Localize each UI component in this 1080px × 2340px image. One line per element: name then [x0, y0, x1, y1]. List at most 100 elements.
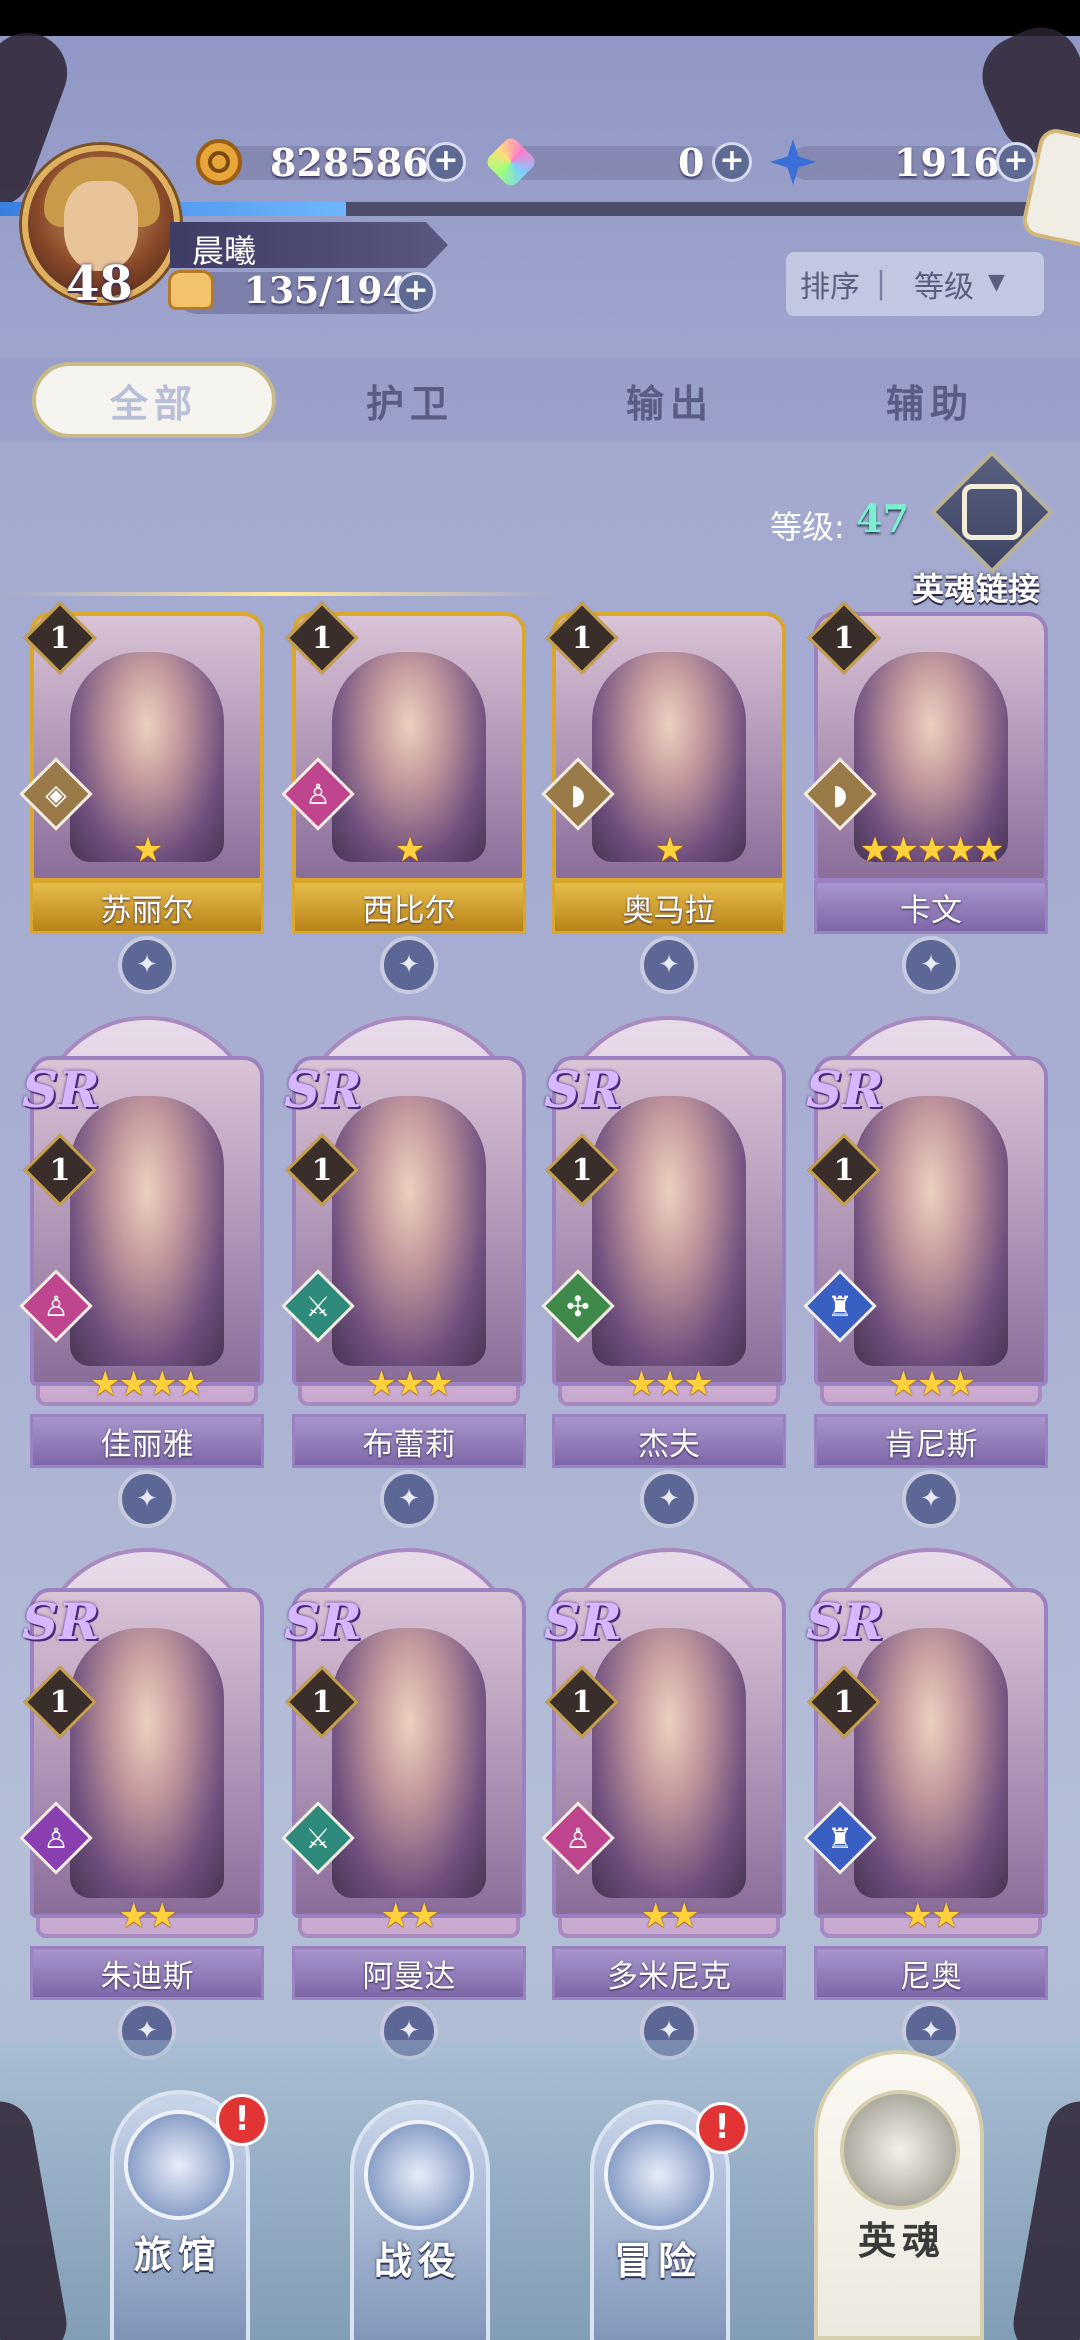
hero-portrait — [332, 1628, 486, 1898]
gold-coin-icon — [196, 139, 242, 185]
crystal-counter: 1916 — [770, 139, 1030, 185]
rarity-badge: SR — [806, 1592, 884, 1651]
hero-star-rating: ★★ — [640, 1896, 700, 1936]
role-glyph-icon: ♙ — [305, 777, 331, 811]
hero-name: 多米尼克 — [552, 1946, 786, 2000]
hero-star-rating: ★ — [394, 830, 425, 870]
hero-name: 布蕾莉 — [292, 1414, 526, 1468]
add-gems-button[interactable]: + — [712, 142, 752, 182]
hero-star-rating: ★★★ — [366, 1364, 453, 1404]
gold-value: 828586 — [270, 140, 429, 185]
rarity-badge: SR — [22, 1592, 100, 1651]
hero-portrait — [592, 1096, 746, 1366]
compass-star-icon: ✦ — [640, 1470, 698, 1528]
rarity-badge: SR — [544, 1060, 622, 1119]
divider-glow — [0, 592, 560, 596]
hero-star-rating: ★★ — [902, 1896, 962, 1936]
soul-link-label[interactable]: 英魂链接 — [912, 564, 1040, 610]
role-glyph-icon: ♙ — [565, 1821, 591, 1855]
hero-level: 1 — [311, 620, 333, 656]
crystal-value: 1916 — [894, 140, 1000, 185]
add-crystal-button[interactable]: + — [996, 142, 1036, 182]
rarity-badge: SR — [284, 1592, 362, 1651]
hero-name: 肯尼斯 — [814, 1414, 1048, 1468]
hero-level: 1 — [833, 1684, 855, 1720]
hero-name: 阿曼达 — [292, 1946, 526, 2000]
nav-campaign-label[interactable]: 战役 — [374, 2230, 462, 2285]
nav-adventure-label[interactable]: 冒险 — [614, 2230, 702, 2285]
hero-name: 杰夫 — [552, 1414, 786, 1468]
hero-star-rating: ★ — [132, 830, 163, 870]
hero-portrait — [70, 1628, 224, 1898]
hero-name: 佳丽雅 — [30, 1414, 264, 1468]
bread-stamina-icon — [168, 270, 214, 310]
chevron-down-icon[interactable]: ▼ — [988, 270, 1005, 295]
role-glyph-icon: ♜ — [827, 1821, 853, 1855]
role-glyph-icon: ♜ — [827, 1289, 853, 1323]
role-glyph-icon: ♙ — [43, 1289, 69, 1323]
hero-level: 1 — [833, 1152, 855, 1188]
tab-damage[interactable]: 输出 — [560, 362, 780, 438]
hero-name: 苏丽尔 — [30, 880, 264, 934]
sort-separator: | — [876, 266, 887, 301]
sort-label: 排序 — [800, 270, 860, 305]
rose-emblem-icon — [840, 2090, 960, 2210]
compass-star-icon: ✦ — [902, 1470, 960, 1528]
hero-star-rating: ★★★ — [626, 1364, 713, 1404]
hero-level: 1 — [833, 620, 855, 656]
hero-star-rating: ★★★ — [888, 1364, 975, 1404]
tavern-alert-badge: ! — [216, 2094, 268, 2146]
soul-level-value: 47 — [856, 496, 909, 541]
hero-name: 卡文 — [814, 880, 1048, 934]
add-gold-button[interactable]: + — [426, 142, 466, 182]
rarity-badge: SR — [806, 1060, 884, 1119]
rarity-badge: SR — [284, 1060, 362, 1119]
soul-link-chain-icon — [962, 484, 1022, 540]
gem-counter: 0 — [484, 135, 746, 189]
hero-portrait — [332, 1096, 486, 1366]
adventure-alert-badge: ! — [696, 2102, 748, 2154]
role-glyph-icon: ✣ — [566, 1289, 590, 1323]
compass-star-icon: ✦ — [902, 936, 960, 994]
role-glyph-icon: ⚔ — [305, 1821, 331, 1855]
compass-star-icon: ✦ — [118, 936, 176, 994]
add-stamina-button[interactable]: + — [396, 272, 436, 312]
tab-support[interactable]: 辅助 — [820, 362, 1040, 438]
hero-star-rating: ★★ — [118, 1896, 178, 1936]
hero-level: 1 — [311, 1152, 333, 1188]
nav-heroes-label[interactable]: 英魂 — [858, 2210, 946, 2265]
role-glyph-icon: ◗ — [832, 777, 848, 811]
hero-name: 朱迪斯 — [30, 1946, 264, 2000]
hero-star-rating: ★★★★ — [90, 1364, 206, 1404]
role-glyph-icon: ◗ — [570, 777, 586, 811]
hero-name: 西比尔 — [292, 880, 526, 934]
hero-portrait — [592, 1628, 746, 1898]
role-glyph-icon: ♙ — [43, 1821, 69, 1855]
hero-portrait — [854, 1628, 1008, 1898]
hero-portrait — [70, 1096, 224, 1366]
campaign-banner-icon — [364, 2120, 474, 2230]
sort-value[interactable]: 等级 — [914, 262, 974, 306]
hero-level: 1 — [311, 1684, 333, 1720]
nav-tavern-label[interactable]: 旅馆 — [134, 2224, 222, 2279]
rainbow-gem-icon — [484, 135, 538, 189]
hero-portrait — [854, 1096, 1008, 1366]
hero-level: 1 — [49, 620, 71, 656]
hero-level: 1 — [571, 1152, 593, 1188]
hero-level: 1 — [49, 1152, 71, 1188]
hero-level: 1 — [49, 1684, 71, 1720]
role-glyph-icon: ⚔ — [305, 1289, 331, 1323]
compass-star-icon: ✦ — [640, 936, 698, 994]
hero-level: 1 — [571, 620, 593, 656]
hero-name: 奥马拉 — [552, 880, 786, 934]
tab-guard[interactable]: 护卫 — [300, 362, 520, 438]
compass-star-icon: ✦ — [118, 1470, 176, 1528]
stamina-value: 135/194 — [244, 270, 408, 312]
hero-name: 尼奥 — [814, 1946, 1048, 2000]
compass-star-icon: ✦ — [380, 1470, 438, 1528]
gem-value: 0 — [678, 140, 705, 185]
hero-level: 1 — [571, 1684, 593, 1720]
compass-star-icon: ✦ — [380, 936, 438, 994]
rarity-badge: SR — [22, 1060, 100, 1119]
tab-all[interactable]: 全部 — [32, 362, 276, 438]
